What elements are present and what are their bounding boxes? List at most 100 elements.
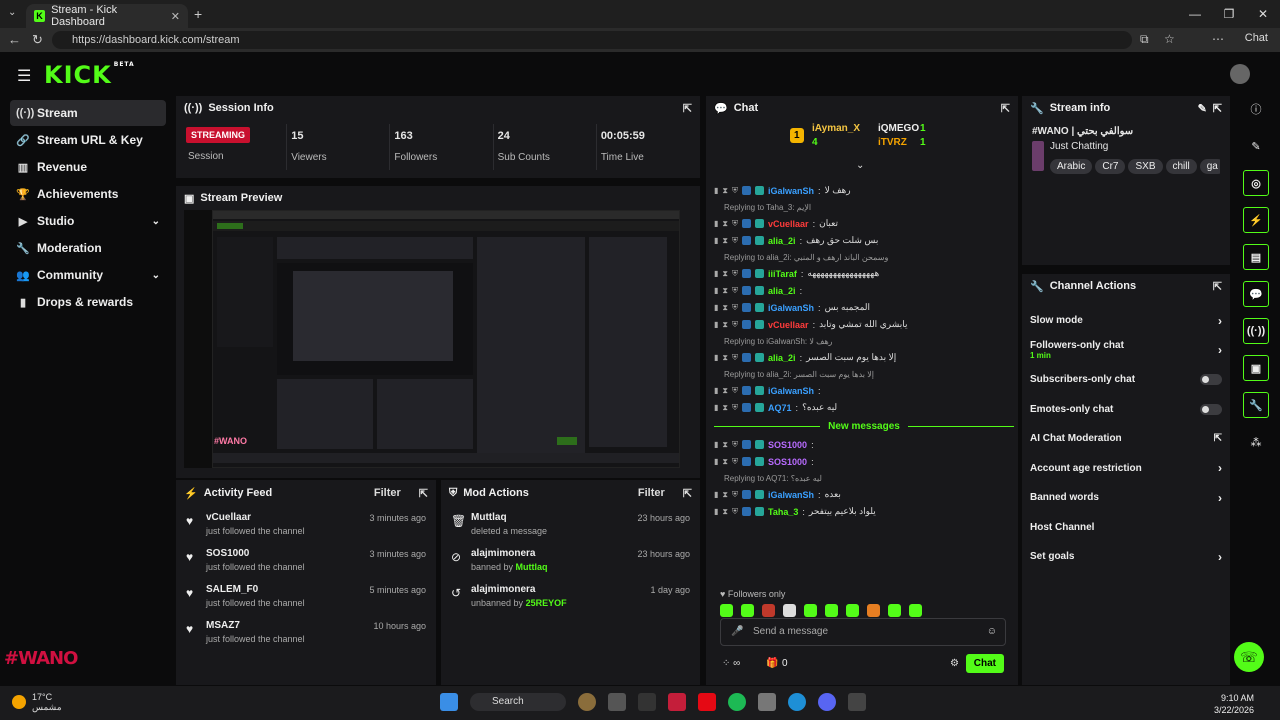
chat-send-button[interactable]: Chat xyxy=(965,654,1004,673)
emote-icon[interactable] xyxy=(888,604,901,617)
chevron-right-icon[interactable]: › xyxy=(1218,461,1222,475)
channel-action-set-goals[interactable]: Set goals › xyxy=(1022,542,1230,572)
reload-icon[interactable]: ↻ xyxy=(32,32,43,48)
app-red-icon[interactable] xyxy=(668,693,686,711)
broadcast-icon[interactable]: ((·)) xyxy=(1243,318,1269,344)
pin-icon[interactable]: ▮ xyxy=(714,440,718,449)
spotify-icon[interactable] xyxy=(728,693,746,711)
emote-icon[interactable] xyxy=(846,604,859,617)
timeout-icon[interactable]: ⧗ xyxy=(722,320,728,330)
sidebar-item-drops-rewards[interactable]: ▮ Drops & rewards xyxy=(10,289,166,315)
timeout-icon[interactable]: ⧗ xyxy=(722,186,728,196)
extensions-icon[interactable]: ⧉ xyxy=(1140,32,1149,47)
timeout-icon[interactable]: ⧗ xyxy=(722,236,728,246)
sidebar-item-community[interactable]: 👥 Community ⌄ xyxy=(10,262,166,288)
toggle-switch[interactable] xyxy=(1200,374,1222,386)
weather-widget[interactable]: 17°C مشمس xyxy=(12,692,62,713)
wrench-icon[interactable]: 🔧 xyxy=(1243,392,1269,418)
sidebar-item-studio[interactable]: ▶ Studio ⌄ xyxy=(10,208,166,234)
chat-username[interactable]: AQ71 xyxy=(768,403,792,413)
favorites-icon[interactable]: ☆ xyxy=(1164,32,1175,46)
pin-icon[interactable]: ▮ xyxy=(714,236,718,245)
channel-action-subscribers-only-chat[interactable]: Subscribers-only chat xyxy=(1022,365,1230,395)
emote-icon[interactable] xyxy=(825,604,838,617)
expand-icon[interactable]: ⇱ xyxy=(683,102,692,115)
stream-tag[interactable]: Cr7 xyxy=(1095,159,1126,174)
channel-action-ai-chat-moderation[interactable]: AI Chat Moderation ⇱ xyxy=(1022,424,1230,454)
sidebar-item-revenue[interactable]: ▥ Revenue xyxy=(10,154,166,180)
timeout-icon[interactable]: ⧗ xyxy=(722,269,728,279)
chat-username[interactable]: alia_2i xyxy=(768,286,796,296)
pin-icon[interactable]: ▮ xyxy=(714,303,718,312)
browser-chat-button[interactable]: Chat xyxy=(1245,32,1268,44)
pin-icon[interactable]: ▮ xyxy=(714,286,718,295)
clock[interactable]: 9:10 AM 3/22/2026 xyxy=(1214,692,1254,716)
maximize-icon[interactable]: ❐ xyxy=(1212,0,1246,28)
mic-icon[interactable]: 🎤 xyxy=(731,619,743,645)
minimize-icon[interactable]: — xyxy=(1178,0,1212,28)
timeout-icon[interactable]: ⧗ xyxy=(722,353,728,363)
user-avatar[interactable] xyxy=(1230,64,1250,84)
pin-icon[interactable]: ▮ xyxy=(714,457,718,466)
document-icon[interactable]: ▤ xyxy=(1243,244,1269,270)
app-tu-icon[interactable] xyxy=(638,693,656,711)
channel-action-emotes-only-chat[interactable]: Emotes-only chat xyxy=(1022,395,1230,425)
channel-action-banned-words[interactable]: Banned words › xyxy=(1022,483,1230,513)
widget-icon[interactable] xyxy=(578,693,596,711)
external-link-icon[interactable]: ⇱ xyxy=(1214,433,1222,444)
mod-target-name[interactable]: alajmimonera xyxy=(471,584,567,595)
lightning-icon[interactable]: ⚡ xyxy=(1243,207,1269,233)
mod-target-name[interactable]: alajmimonera xyxy=(471,548,548,559)
pin-icon[interactable]: ▮ xyxy=(714,186,718,195)
chat-input[interactable]: 🎤 Send a message ☺ xyxy=(720,618,1006,646)
chat-username[interactable]: iGalwanSh xyxy=(768,490,814,500)
chat-username[interactable]: iGalwanSh xyxy=(768,386,814,396)
windows-start-icon[interactable] xyxy=(440,693,458,711)
timeout-icon[interactable]: ⧗ xyxy=(722,457,728,467)
stream-tag[interactable]: chill xyxy=(1165,159,1197,174)
timeout-icon[interactable]: ⧗ xyxy=(722,303,728,313)
follower-name[interactable]: MSAZ7 xyxy=(206,620,305,631)
chat-username[interactable]: iGalwanSh xyxy=(768,303,814,313)
emote-icon[interactable] xyxy=(720,604,733,617)
expand-icon[interactable]: ⇱ xyxy=(419,487,428,500)
timeout-icon[interactable]: ⧗ xyxy=(722,403,728,413)
app-icon[interactable] xyxy=(848,693,866,711)
address-bar[interactable]: https://dashboard.kick.com/stream xyxy=(52,31,1132,49)
pin-icon[interactable]: ▮ xyxy=(714,490,718,499)
emote-icon[interactable] xyxy=(909,604,922,617)
tab-close-icon[interactable]: ✕ xyxy=(171,10,180,23)
emote-icon[interactable] xyxy=(804,604,817,617)
netflix-icon[interactable] xyxy=(698,693,716,711)
emote-icon[interactable] xyxy=(741,604,754,617)
timeout-icon[interactable]: ⧗ xyxy=(722,490,728,500)
chat-username[interactable]: vCuellaar xyxy=(768,320,809,330)
timeout-icon[interactable]: ⧗ xyxy=(722,219,728,229)
file-explorer-icon[interactable] xyxy=(608,693,626,711)
chat-settings-gear-icon[interactable]: ⚙ xyxy=(950,658,959,669)
browser-tab[interactable]: K Stream - Kick Dashboard ✕ xyxy=(26,4,188,28)
pin-icon[interactable]: ▮ xyxy=(714,269,718,278)
channel-action-account-age-restriction[interactable]: Account age restriction › xyxy=(1022,454,1230,484)
mod-filter-button[interactable]: Filter xyxy=(638,487,665,499)
mod-by-name[interactable]: Muttlaq xyxy=(516,562,548,572)
info-icon[interactable]: ⓘ xyxy=(1243,96,1269,122)
pin-icon[interactable]: ▮ xyxy=(714,320,718,329)
chat-username[interactable]: SOS1000 xyxy=(768,457,807,467)
points-icon[interactable]: ⁘ ∞ xyxy=(722,658,740,669)
expand-icon[interactable]: ⇱ xyxy=(1001,102,1010,115)
pin-icon[interactable]: ▮ xyxy=(714,219,718,228)
chat-username[interactable]: alia_2i xyxy=(768,353,796,363)
chevron-right-icon[interactable]: › xyxy=(1218,491,1222,505)
menu-dots-icon[interactable]: ⋯ xyxy=(1212,32,1224,46)
new-tab-plus-icon[interactable]: + xyxy=(194,6,202,22)
stream-tag[interactable]: ga xyxy=(1199,159,1220,174)
pin-icon[interactable]: ▮ xyxy=(714,386,718,395)
hamburger-menu-icon[interactable]: ☰ xyxy=(17,66,31,86)
tab-list-chevron-icon[interactable]: ⌄ xyxy=(8,7,16,18)
emote-icon[interactable] xyxy=(783,604,796,617)
steam-icon[interactable] xyxy=(758,693,776,711)
chat-username[interactable]: SOS1000 xyxy=(768,440,807,450)
emote-icon[interactable] xyxy=(867,604,880,617)
sidebar-item-stream-url-key[interactable]: 🔗 Stream URL & Key xyxy=(10,127,166,153)
